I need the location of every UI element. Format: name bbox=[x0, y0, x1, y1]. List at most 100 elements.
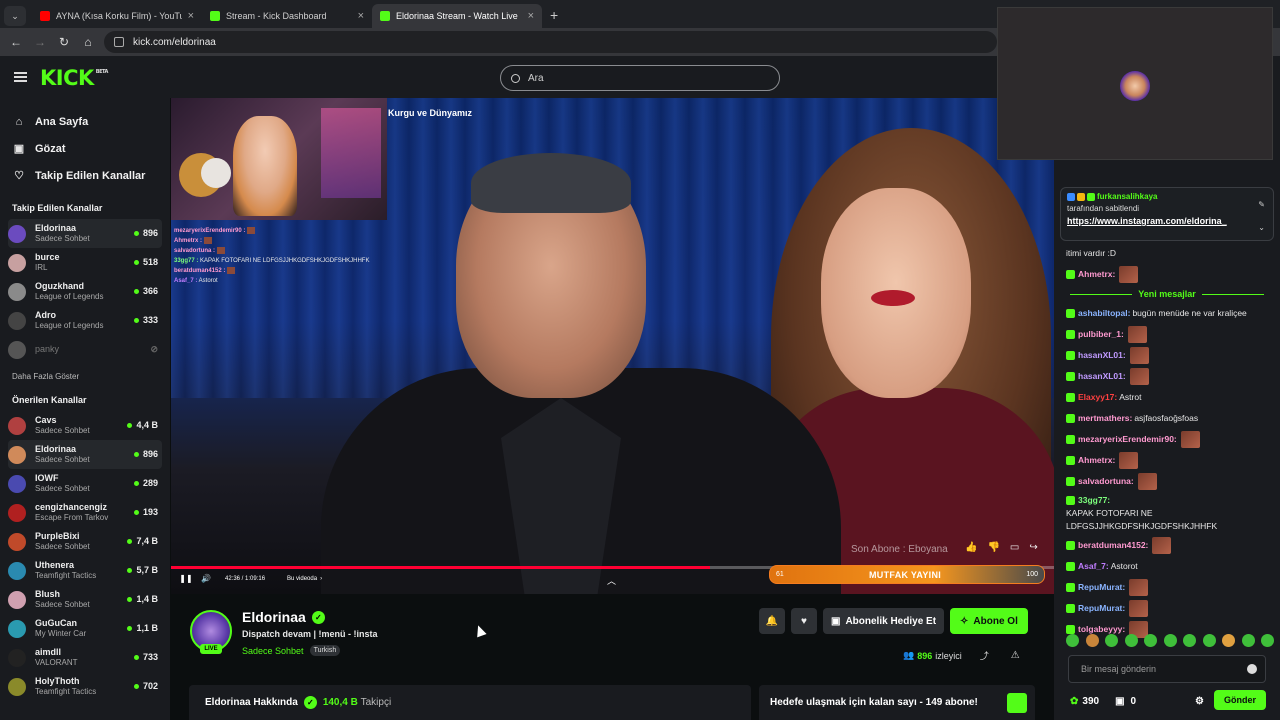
chat-user: 33gg77 : bbox=[174, 258, 199, 264]
chapter-link[interactable]: Bu videoda bbox=[287, 576, 317, 582]
close-icon[interactable]: × bbox=[528, 10, 534, 22]
badge-icon bbox=[1066, 604, 1075, 613]
share-icon[interactable]: ⤴ bbox=[980, 649, 989, 662]
emote-icon[interactable] bbox=[1202, 634, 1216, 647]
sidebar-channel[interactable]: GuGuCan My Winter Car 1,1 B bbox=[8, 614, 162, 643]
language-tag[interactable]: Turkish bbox=[309, 645, 341, 656]
pinned-link[interactable]: https://www.instagram.com/eldorina_ bbox=[1067, 216, 1267, 226]
follow-button[interactable]: ♥ bbox=[791, 608, 817, 634]
nav-following[interactable]: ♡ Takip Edilen Kanallar bbox=[12, 162, 170, 189]
chat-user[interactable]: hasanXL01: bbox=[1078, 349, 1126, 362]
sidebar-channel[interactable]: cengizhancengiz Escape From Tarkov 193 bbox=[8, 498, 162, 527]
volume-icon[interactable]: 🔊 bbox=[199, 574, 213, 583]
sidebar-channel[interactable]: panky ⊘ bbox=[8, 335, 162, 364]
report-icon[interactable]: ⚠ bbox=[1011, 650, 1020, 661]
send-button[interactable]: Gönder bbox=[1214, 690, 1266, 710]
sidebar-channel[interactable]: Eldorinaa Sadece Sohbet 896 bbox=[8, 440, 162, 469]
chat-footer: ✿ 390 ▣ 0 ⚙ Gönder bbox=[1070, 690, 1270, 712]
emote-icon[interactable] bbox=[1261, 634, 1274, 647]
chat-user[interactable]: ashabiltopal: bbox=[1078, 307, 1130, 320]
chat-user[interactable]: pulbiber_1: bbox=[1078, 328, 1124, 341]
gear-icon[interactable]: ⚙ bbox=[1195, 696, 1204, 707]
chat-user[interactable]: Ahmetrx: bbox=[1078, 268, 1115, 281]
sidebar-channel[interactable]: HolyThoth Teamfight Tactics 702 bbox=[8, 672, 162, 701]
kick-logo[interactable]: KICK BETA bbox=[40, 66, 108, 90]
viewer-number: 1,1 B bbox=[136, 623, 158, 633]
forward-icon[interactable]: → bbox=[28, 35, 52, 49]
show-more-link[interactable]: Daha Fazla Göster bbox=[0, 372, 170, 381]
emoji-icon[interactable] bbox=[1247, 664, 1257, 674]
emote-icon[interactable] bbox=[1241, 634, 1255, 647]
sidebar-channel[interactable]: Cavs Sadece Sohbet 4,4 B bbox=[8, 411, 162, 440]
reload-icon[interactable]: ↻ bbox=[52, 35, 76, 49]
emote-icon[interactable] bbox=[1105, 634, 1118, 647]
followed-title: Takip Edilen Kanallar bbox=[12, 203, 103, 213]
sidebar-channel[interactable]: Adro League of Legends 333 bbox=[8, 306, 162, 335]
sidebar-channel[interactable]: IOWF Sadece Sohbet 289 bbox=[8, 469, 162, 498]
site-info-icon[interactable] bbox=[114, 37, 124, 47]
emote-icon bbox=[247, 226, 256, 234]
chat-user[interactable]: Ahmetrx: bbox=[1078, 454, 1115, 467]
like-icon[interactable]: 👍 bbox=[965, 542, 977, 553]
tab-dashboard[interactable]: Stream - Kick Dashboard × bbox=[202, 4, 372, 28]
sidebar-channel[interactable]: aimdll VALORANT 733 bbox=[8, 643, 162, 672]
sidebar-channel[interactable]: PurpleBixi Sadece Sohbet 7,4 B bbox=[8, 527, 162, 556]
emote-icon[interactable] bbox=[1222, 634, 1235, 647]
emote-icon[interactable] bbox=[1183, 634, 1196, 647]
close-icon[interactable]: × bbox=[358, 10, 364, 22]
chevron-down-icon[interactable]: ⌄ bbox=[1258, 223, 1265, 232]
chat-user[interactable]: Asaf_7: bbox=[1078, 560, 1109, 573]
unpin-icon[interactable]: ✎ bbox=[1258, 200, 1265, 209]
new-messages-divider: Yeni mesajlar bbox=[1060, 285, 1274, 303]
chat-user[interactable]: 33gg77: bbox=[1078, 494, 1110, 507]
sidebar-channel[interactable]: burce IRL 518 bbox=[8, 248, 162, 277]
close-icon[interactable]: × bbox=[188, 10, 194, 22]
gift-icon: ▣ bbox=[831, 615, 841, 627]
menu-icon[interactable] bbox=[14, 72, 27, 82]
sidebar-channel[interactable]: Oguzkhand League of Legends 366 bbox=[8, 277, 162, 306]
comment-icon[interactable]: ▭ bbox=[1010, 542, 1019, 553]
emote-icon[interactable] bbox=[1124, 634, 1138, 647]
back-icon[interactable]: ← bbox=[4, 35, 28, 49]
channel-category: League of Legends bbox=[35, 321, 104, 330]
tab-search-button[interactable]: ⌄ bbox=[4, 6, 26, 26]
stream-category[interactable]: Sadece Sohbet Turkish bbox=[242, 645, 341, 656]
gift-sub-button[interactable]: ▣ Abonelik Hediye Et bbox=[823, 608, 945, 634]
sparkle-icon[interactable] bbox=[1007, 693, 1027, 713]
emote-icon[interactable] bbox=[1144, 634, 1157, 647]
share-icon[interactable]: ↪ bbox=[1029, 542, 1037, 553]
home-icon[interactable]: ⌂ bbox=[76, 35, 100, 49]
subscribe-button[interactable]: ✧ Abone Ol bbox=[950, 608, 1028, 634]
tab-youtube[interactable]: AYNA (Kısa Korku Film) - YouTube × bbox=[32, 4, 202, 28]
url-field[interactable]: kick.com/eldorinaa bbox=[104, 31, 997, 53]
streamer-name[interactable]: Eldorinaa ✓ bbox=[242, 609, 325, 625]
chat-user[interactable]: RepuMurat: bbox=[1078, 581, 1125, 594]
search-input[interactable]: Ara bbox=[500, 65, 780, 91]
new-tab-button[interactable]: + bbox=[550, 7, 558, 23]
emote-icon[interactable] bbox=[1163, 634, 1177, 647]
chevron-up-icon[interactable]: ︿ bbox=[607, 574, 616, 587]
emote-icon[interactable] bbox=[1066, 634, 1079, 647]
pinned-user[interactable]: furkansalihkaya bbox=[1097, 192, 1157, 201]
dislike-icon[interactable]: 👎 bbox=[987, 542, 999, 553]
chat-user[interactable]: salvadortuna: bbox=[1078, 475, 1134, 488]
chat-user[interactable]: hasanXL01: bbox=[1078, 370, 1126, 383]
sidebar-channel[interactable]: Eldorinaa Sadece Sohbet 896 bbox=[8, 219, 162, 248]
tab-stream[interactable]: Eldorinaa Stream - Watch Live × bbox=[372, 4, 542, 28]
video-player[interactable]: Kurgu ve Dünyamız mezaryerixErendemir90 … bbox=[171, 98, 1054, 594]
chat-user[interactable]: mertmathers: bbox=[1078, 412, 1132, 425]
pause-icon[interactable]: ❚❚ bbox=[179, 574, 193, 583]
notification-button[interactable]: 🔔 bbox=[759, 608, 785, 634]
sidebar-channel[interactable]: Blush Sadece Sohbet 1,4 B bbox=[8, 585, 162, 614]
nav-browse[interactable]: ▣ Gözat bbox=[12, 135, 170, 162]
nav-home[interactable]: ⌂ Ana Sayfa bbox=[12, 108, 170, 135]
chat-user[interactable]: Elaxyy17: bbox=[1078, 391, 1117, 404]
chat-user[interactable]: beratduman4152: bbox=[1078, 539, 1148, 552]
chat-user[interactable]: RepuMurat: bbox=[1078, 602, 1125, 615]
points-icon[interactable]: ✿ bbox=[1070, 696, 1078, 707]
chat-input[interactable]: Bir mesaj gönderin bbox=[1068, 655, 1266, 683]
chat-user[interactable]: mezaryerixErendemir90: bbox=[1078, 433, 1177, 446]
emote-icon[interactable] bbox=[1085, 634, 1099, 647]
sidebar-channel[interactable]: Uthenera Teamfight Tactics 5,7 B bbox=[8, 556, 162, 585]
gift-icon[interactable]: ▣ bbox=[1115, 696, 1124, 707]
